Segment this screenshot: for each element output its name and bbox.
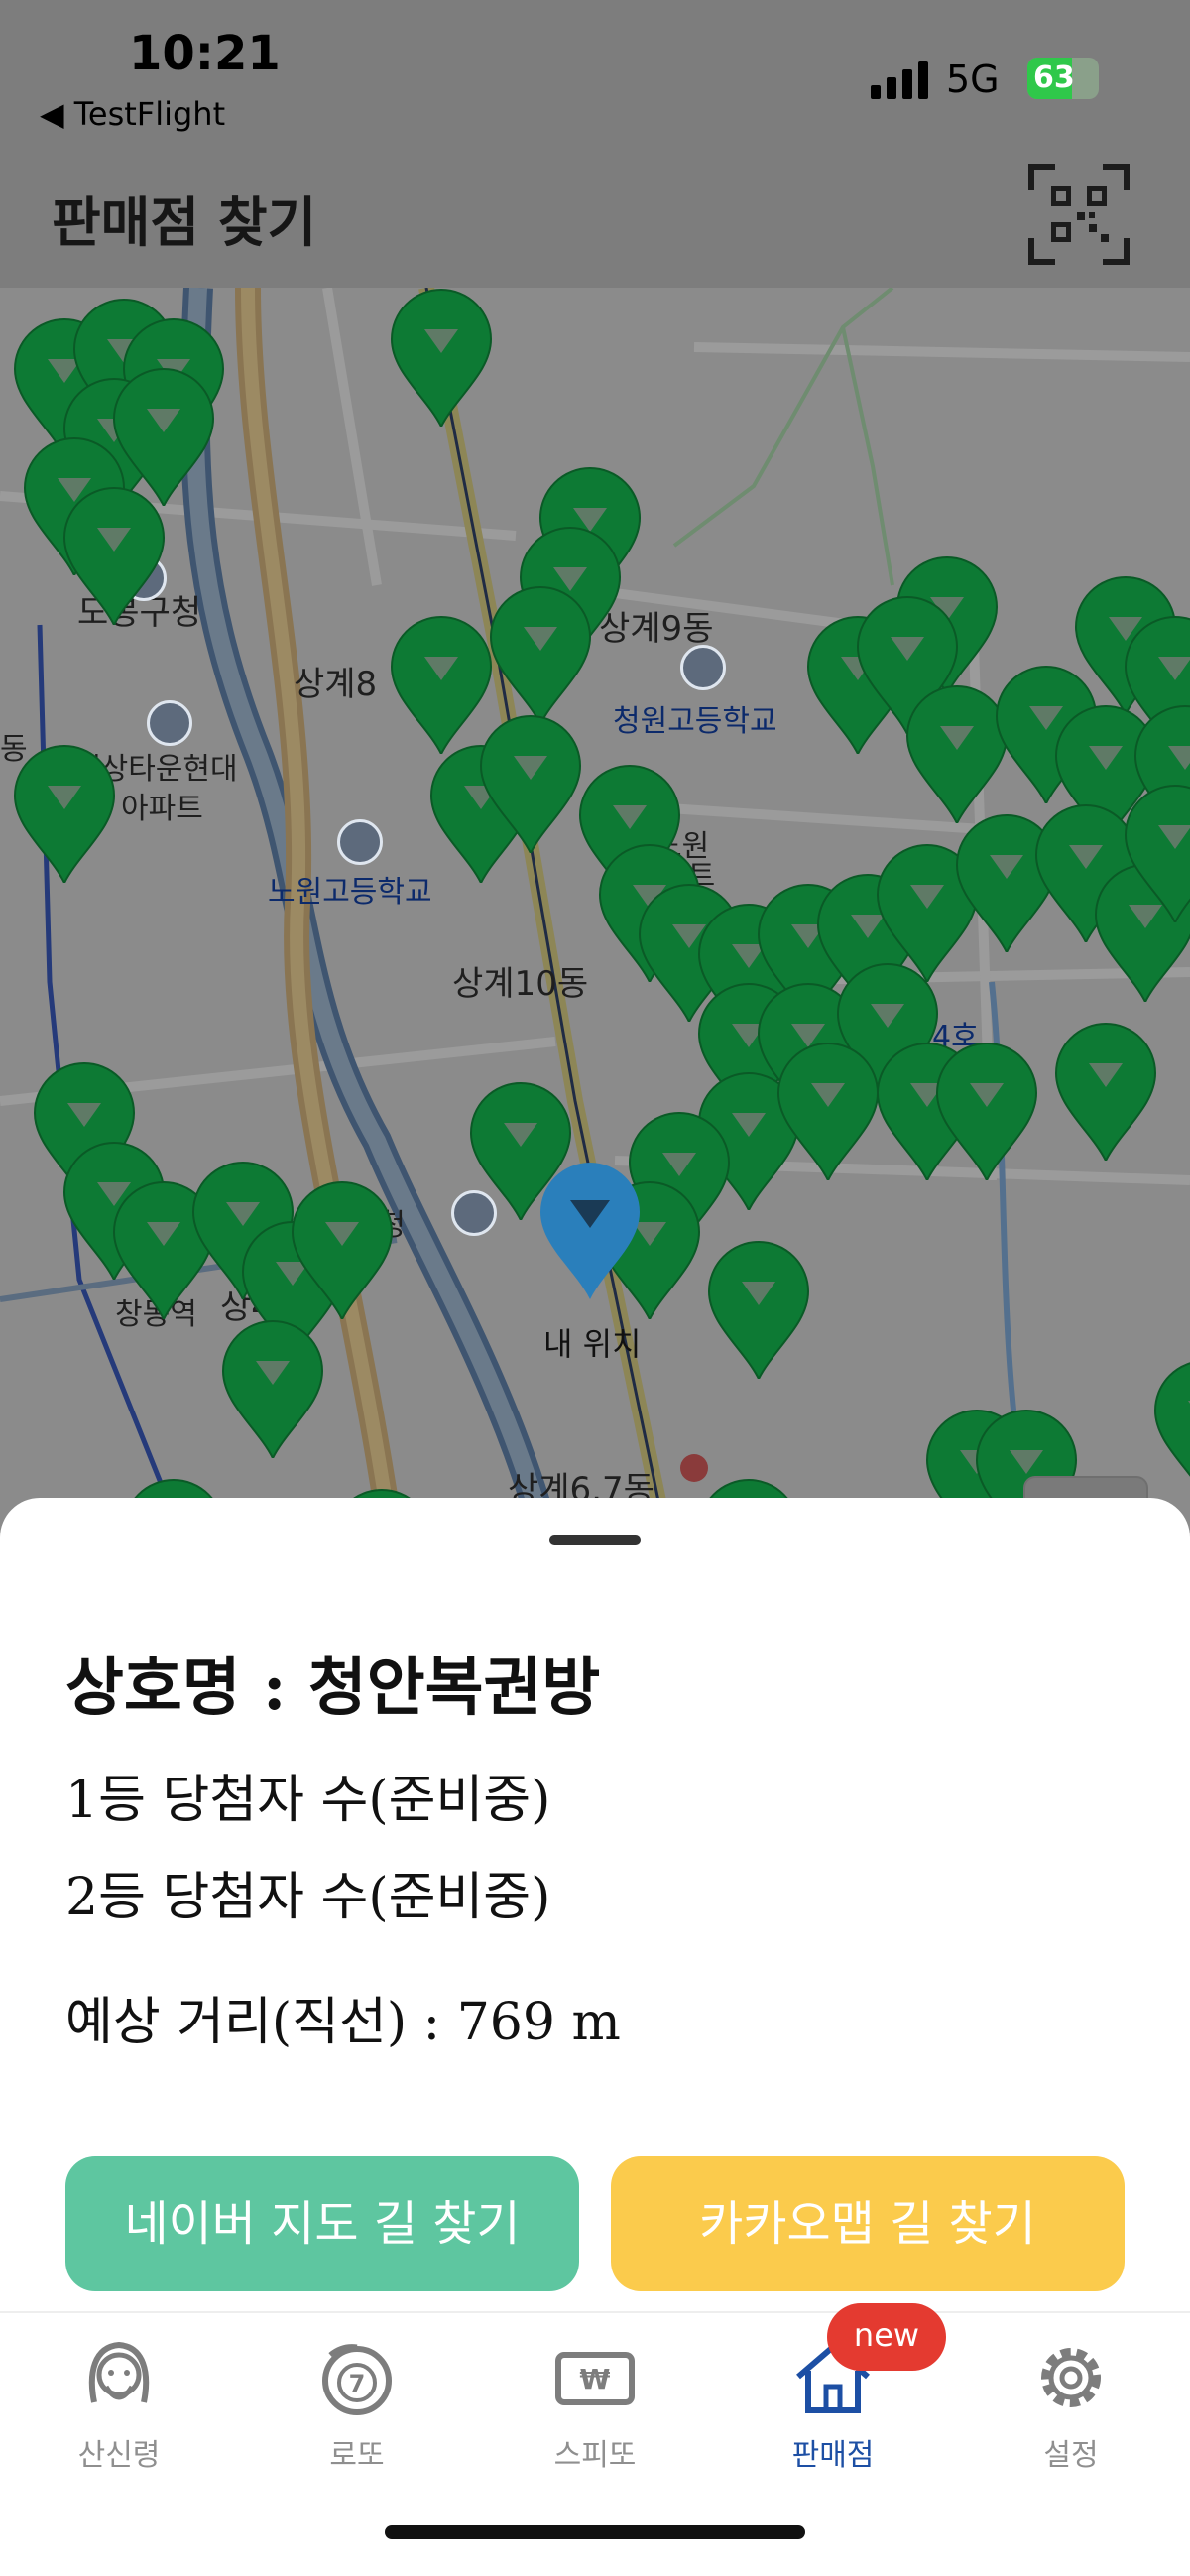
building-icon [147,700,192,746]
store-marker[interactable] [932,1042,1041,1180]
store-marker[interactable] [387,288,496,427]
naver-map-directions-button[interactable]: 네이버 지도 길 찾기 [65,2156,579,2291]
store-pin-icon [707,1241,810,1379]
store-map[interactable]: 도봉구청 상계9동 상계8 청원고등학교 대상타운현대 아파트 노원 파트 노원… [0,288,1190,1577]
back-to-testflight-link[interactable]: ◀ TestFlight [40,95,225,133]
school-icon [680,645,726,690]
map-label: 아파트 [121,792,203,826]
map-label: 상계8 [294,665,378,704]
gear-icon [1041,2348,1101,2407]
tab-speetto[interactable]: ₩ 스피또 [476,2333,714,2512]
tab-label: 산신령 [77,2438,161,2473]
map-label: 상계10동 [452,964,589,1004]
location-pin-icon [540,1163,640,1299]
tab-lotto[interactable]: 7 로또 [238,2333,476,2512]
store-pin-icon [776,1043,880,1180]
store-marker[interactable] [10,744,119,883]
store-pin-icon [62,487,166,625]
svg-text:₩: ₩ [580,2363,611,2395]
status-bar: 10:21 ◀ TestFlight 5G 63 [0,0,1190,149]
first-prize-count: 1등 당첨자 수(준비중) [65,1771,551,1830]
store-distance: 예상 거리(직선) : 769 m [65,1993,621,2052]
store-pin-icon [935,1043,1038,1180]
map-label: 청원고등학교 [613,704,777,739]
page-title: 판매점 찾기 [52,191,317,254]
tab-settings[interactable]: 설정 [952,2333,1190,2512]
qr-scan-button[interactable] [1027,163,1130,266]
store-marker[interactable] [1051,1022,1160,1161]
svg-text:7: 7 [349,2370,366,2397]
store-marker[interactable] [288,1180,397,1319]
lotto-ball-icon: 7 [322,2344,392,2415]
store-pin-icon [390,289,493,427]
store-pin-icon [1054,1023,1157,1161]
store-marker[interactable] [218,1319,327,1458]
battery-icon: 63 [1027,58,1099,99]
mountain-spirit-icon [88,2341,150,2403]
map-label: 노원고등학교 [268,875,432,910]
kakao-map-directions-button[interactable]: 카카오맵 길 찾기 [611,2156,1125,2291]
battery-percent: 63 [1033,61,1075,95]
school-icon [337,819,383,865]
tab-label: 판매점 [791,2438,875,2473]
store-marker[interactable] [774,1042,883,1180]
sheet-drag-handle[interactable] [549,1535,641,1545]
home-indicator[interactable] [385,2525,805,2539]
store-name: 상호명 : 청안복권방 [65,1651,601,1725]
my-location-marker[interactable] [536,1161,645,1299]
store-pin-icon [1153,1362,1190,1477]
store-pin-icon [479,715,582,853]
store-marker[interactable] [60,486,169,625]
store-marker[interactable] [1121,784,1190,922]
scratch-ticket-icon: ₩ [555,2352,635,2405]
store-pin-icon [291,1181,394,1319]
store-marker[interactable] [704,1240,813,1379]
qr-code-icon [1028,164,1130,265]
second-prize-count: 2등 당첨자 수(준비중) [65,1868,551,1927]
tab-mountain-spirit[interactable]: 산신령 [0,2333,238,2512]
network-type: 5G [946,58,1000,101]
store-pin-icon [221,1320,324,1458]
store-detail-sheet: 상호명 : 청안복권방 1등 당첨자 수(준비중) 2등 당첨자 수(준비중) … [0,1498,1190,2321]
status-time: 10:21 [129,26,281,81]
tab-label: 로또 [329,2438,385,2473]
cellular-signal-icon [871,60,930,99]
store-pin-icon [489,586,592,724]
tab-label: 스피또 [553,2438,637,2473]
store-marker[interactable] [486,585,595,724]
app-header: 판매점 찾기 [0,149,1190,288]
store-pin-icon [13,745,116,883]
new-badge: new [827,2303,946,2371]
store-pin-icon [1124,785,1190,922]
store-marker[interactable] [476,714,585,853]
store-marker[interactable] [1150,1359,1190,1498]
tab-label: 설정 [1043,2438,1099,2473]
my-location-label: 내 위치 [543,1325,642,1363]
